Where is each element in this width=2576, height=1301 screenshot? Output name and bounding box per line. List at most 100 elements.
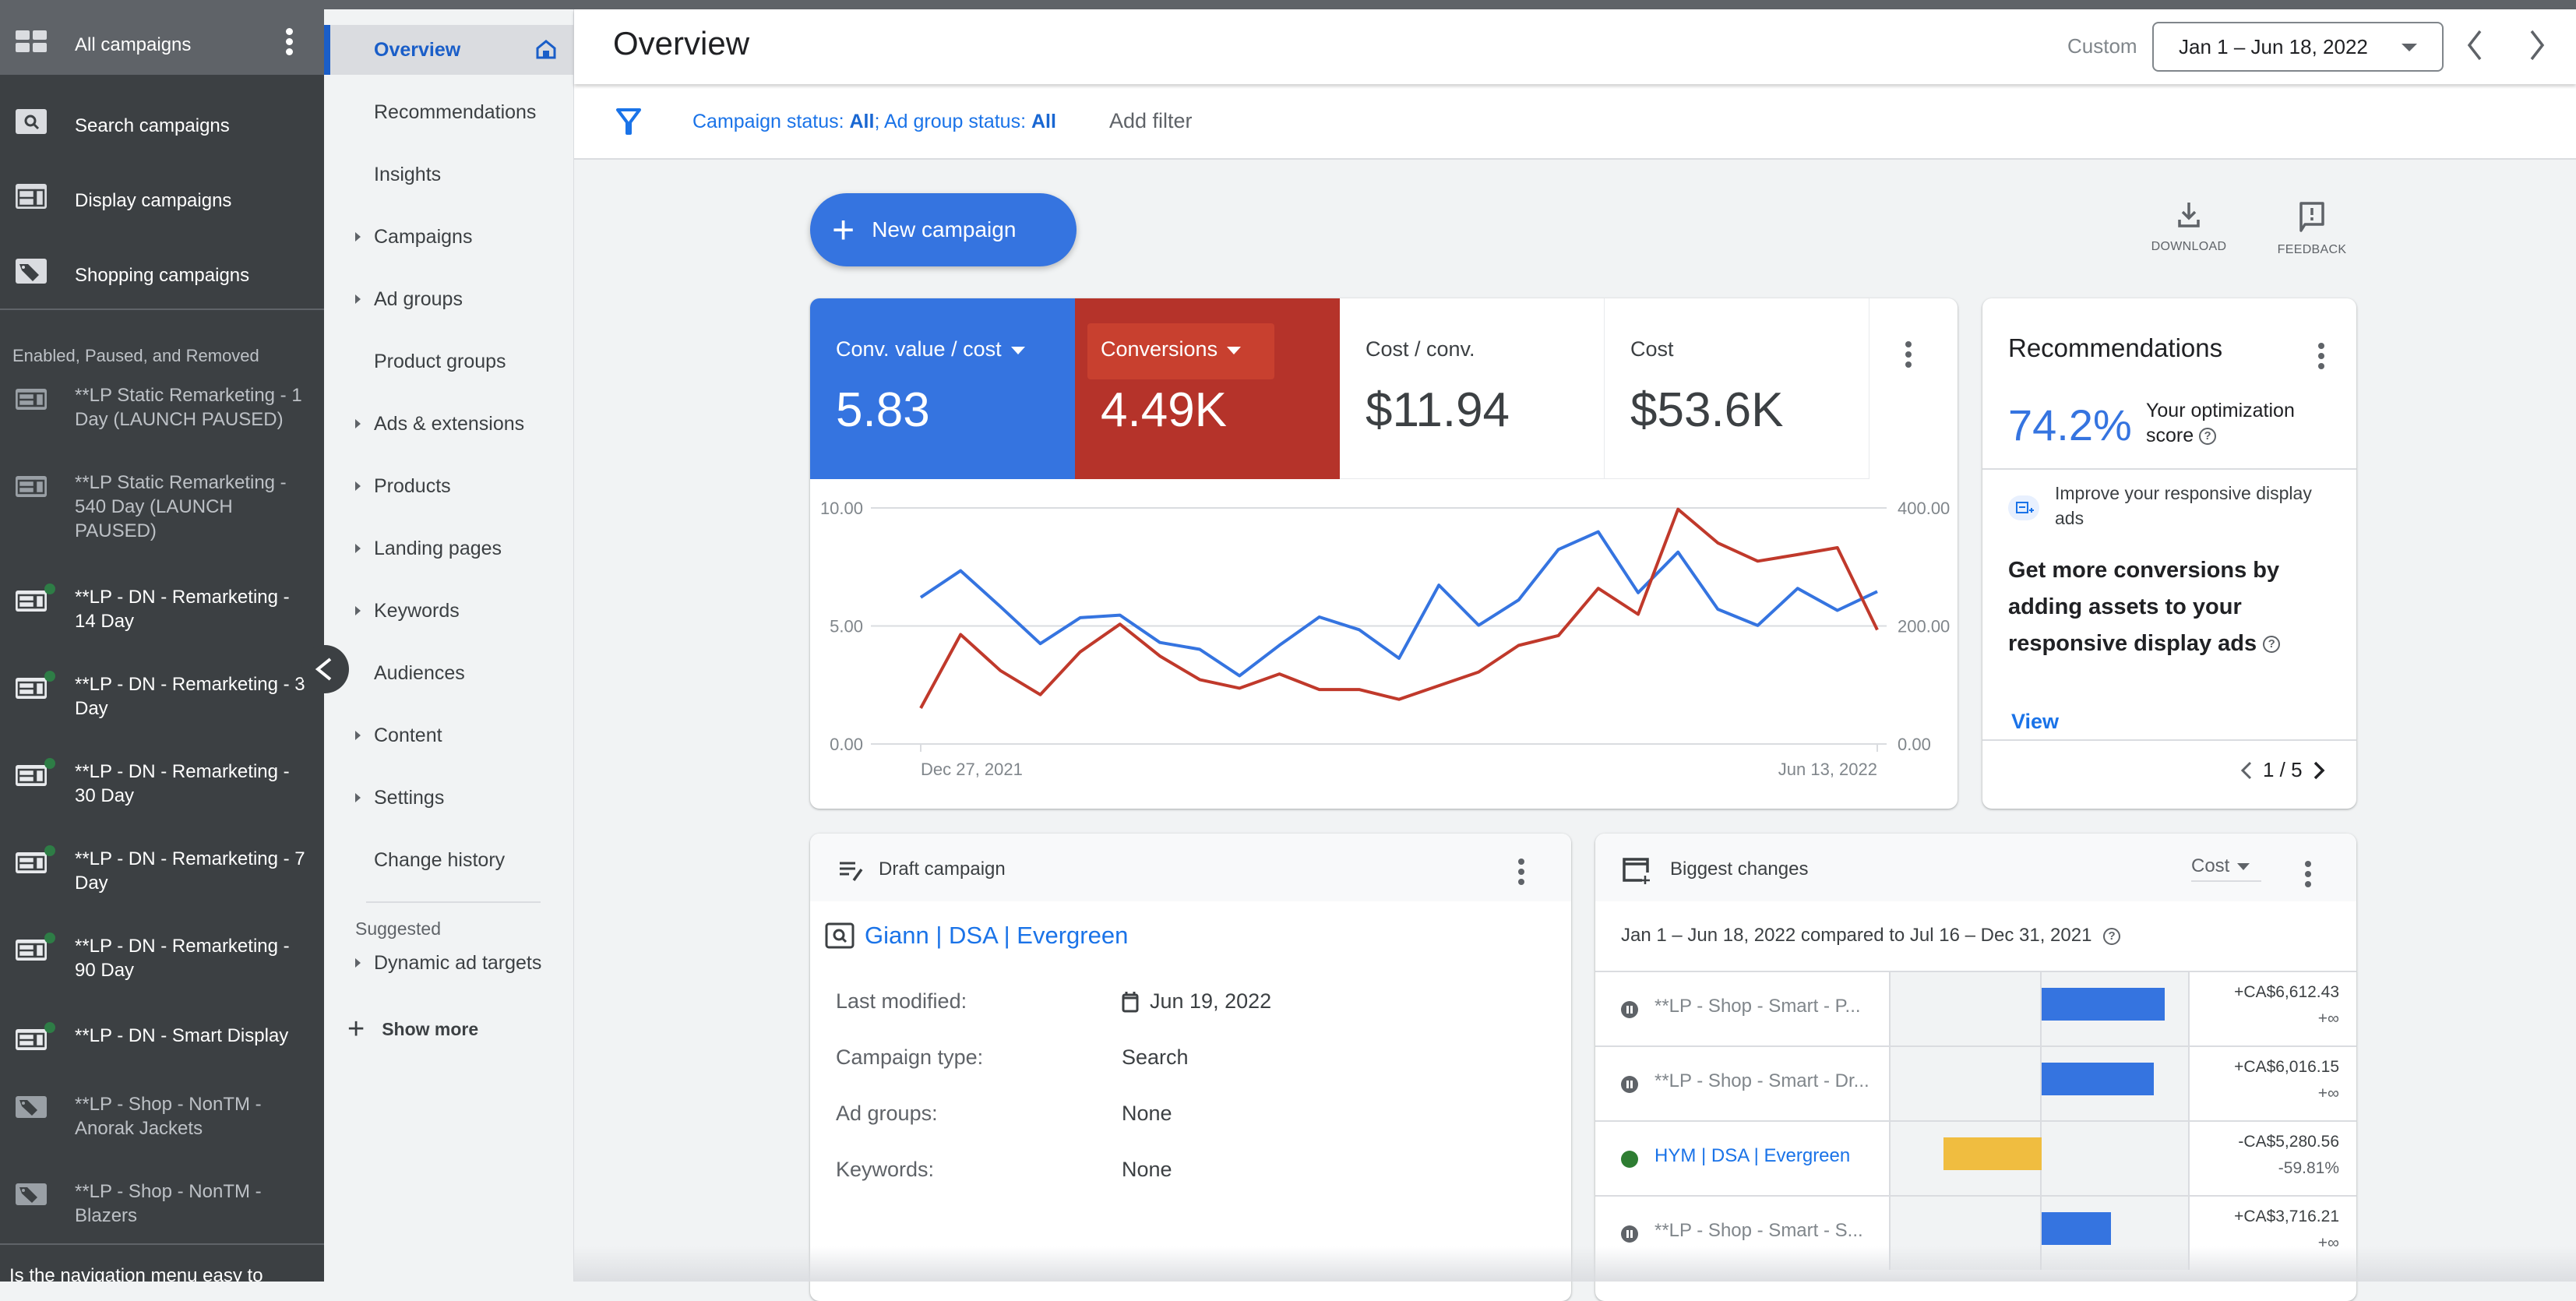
- nav-item-products[interactable]: Products: [324, 461, 573, 511]
- new-campaign-button[interactable]: + New campaign: [810, 193, 1077, 266]
- nav-item-campaigns[interactable]: Campaigns: [324, 212, 573, 262]
- show-more-button[interactable]: + Show more: [347, 1014, 478, 1044]
- caret-right-icon: [355, 606, 361, 615]
- feedback-button[interactable]: FEEDBACK: [2273, 201, 2351, 257]
- change-row[interactable]: **LP - Shop - Smart - Dr...+CA$6,016.15+…: [1595, 1045, 2356, 1120]
- more-options-icon[interactable]: [2304, 861, 2312, 887]
- nav-item-product-groups[interactable]: Product groups: [324, 337, 573, 386]
- sidebar-campaign-item[interactable]: **LP - Shop - NonTM - Blazers: [0, 1178, 324, 1248]
- sidebar-campaign-item[interactable]: **LP - DN - Smart Display: [0, 1022, 324, 1092]
- field-label: Keywords:: [836, 1158, 934, 1182]
- nav-item-audiences[interactable]: Audiences: [324, 648, 573, 698]
- scorecard-label[interactable]: Conv. value / cost: [836, 337, 1025, 361]
- nav-item-insights[interactable]: Insights: [324, 150, 573, 199]
- nav-item-settings[interactable]: Settings: [324, 773, 573, 823]
- change-amount: +CA$3,716.21: [2234, 1208, 2339, 1226]
- sidebar-campaign-label: **LP - DN - Smart Display: [75, 1024, 308, 1048]
- feedback-icon: [2299, 201, 2325, 232]
- help-icon[interactable]: ?: [2263, 636, 2280, 653]
- sidebar-campaign-item[interactable]: **LP - DN - Remarketing - 90 Day: [0, 933, 324, 1003]
- nav-item-change-history[interactable]: Change history: [324, 835, 573, 885]
- change-row[interactable]: **LP - Shop - Smart - S...+CA$3,716.21+∞: [1595, 1195, 2356, 1270]
- sidebar-campaign-label: **LP - DN - Remarketing - 30 Day: [75, 760, 308, 808]
- more-options-icon[interactable]: [285, 28, 293, 56]
- grid-icon: [16, 30, 47, 55]
- show-more-label: Show more: [382, 1019, 478, 1040]
- comparison-range: Jan 1 – Jun 18, 2022 compared to Jul 16 …: [1621, 925, 2120, 947]
- download-button[interactable]: DOWNLOAD: [2150, 201, 2228, 254]
- nav-item-label: Insights: [374, 164, 441, 186]
- shopping-tag-icon: [16, 1183, 47, 1208]
- page-nav: Overview Recommendations Insights Campaigns…: [324, 9, 574, 1282]
- scorecard-cost-per-conv[interactable]: Cost / conv. $11.94: [1340, 298, 1605, 479]
- nav-item-dynamic-ad-targets[interactable]: Dynamic ad targets: [324, 938, 573, 988]
- home-icon: [536, 39, 556, 59]
- nav-item-ads-extensions[interactable]: Ads & extensions: [324, 399, 573, 449]
- enabled-status-icon: [1621, 1151, 1638, 1168]
- sidebar-campaign-item[interactable]: **LP Static Remarketing - 540 Day (LAUNC…: [0, 469, 324, 539]
- change-bar: [2042, 1063, 2154, 1095]
- filter-icon[interactable]: [615, 108, 642, 136]
- change-row[interactable]: **LP - Shop - Smart - P...+CA$6,612.43+∞: [1595, 971, 2356, 1045]
- sidebar-campaign-item[interactable]: **LP - DN - Remarketing - 30 Day: [0, 758, 324, 828]
- change-row[interactable]: HYM | DSA | Evergreen-CA$5,280.56-59.81%: [1595, 1120, 2356, 1195]
- help-icon[interactable]: ?: [2199, 428, 2216, 445]
- sidebar-item-label: Display campaigns: [75, 189, 308, 213]
- sidebar-item-label: All campaigns: [75, 33, 308, 57]
- date-range-picker[interactable]: Jan 1 – Jun 18, 2022: [2152, 22, 2444, 72]
- previous-period-button[interactable]: [2463, 28, 2486, 62]
- campaign-sidebar: All campaigns Search campaigns Display c…: [0, 9, 324, 1282]
- nav-item-label: Ads & extensions: [374, 413, 524, 435]
- metric-select[interactable]: Cost: [2191, 855, 2261, 882]
- divider: [366, 901, 541, 903]
- campaign-name[interactable]: HYM | DSA | Evergreen: [1654, 1145, 1888, 1167]
- campaign-name[interactable]: **LP - Shop - Smart - P...: [1654, 996, 1888, 1017]
- page-title: Overview: [613, 25, 749, 62]
- nav-item-keywords[interactable]: Keywords: [324, 586, 573, 636]
- display-campaign-icon: [16, 184, 47, 209]
- chevron-left-icon[interactable]: [2239, 760, 2254, 781]
- nav-item-overview[interactable]: Overview: [324, 25, 573, 75]
- optimization-score: 74.2%: [2008, 400, 2132, 450]
- collapse-sidebar-button[interactable]: [301, 645, 349, 693]
- nav-item-label: Dynamic ad targets: [374, 952, 541, 975]
- sidebar-item-all-campaigns[interactable]: All campaigns: [0, 9, 324, 75]
- sidebar-campaign-item[interactable]: **LP - Shop - NonTM - Anorak Jackets: [0, 1091, 324, 1161]
- scorecard-cost[interactable]: Cost $53.6K: [1605, 298, 1869, 479]
- display-campaign-icon: [16, 763, 47, 788]
- more-options-icon[interactable]: [1905, 341, 1912, 368]
- scorecard-label[interactable]: Conversions: [1101, 337, 1241, 361]
- sidebar-item-display-campaigns[interactable]: Display campaigns: [0, 150, 324, 224]
- sidebar-item-shopping-campaigns[interactable]: Shopping campaigns: [0, 224, 324, 299]
- nav-item-ad-groups[interactable]: Ad groups: [324, 274, 573, 324]
- more-options-icon[interactable]: [1517, 859, 1525, 885]
- active-filter-chip[interactable]: Campaign status: All; Ad group status: A…: [692, 111, 1056, 133]
- help-icon[interactable]: ?: [2103, 928, 2120, 945]
- sidebar-campaign-item[interactable]: **LP - DN - Remarketing - 14 Day: [0, 584, 324, 654]
- sidebar-campaign-item[interactable]: **LP - DN - Remarketing - 3 Day: [0, 671, 324, 741]
- sidebar-campaign-label: **LP - Shop - NonTM - Anorak Jackets: [75, 1092, 308, 1141]
- scorecard-conv-value-cost[interactable]: Conv. value / cost 5.83: [810, 298, 1075, 479]
- nav-item-landing-pages[interactable]: Landing pages: [324, 524, 573, 573]
- changes-icon: [1622, 857, 1651, 885]
- view-recommendation-link[interactable]: View: [2011, 710, 2059, 734]
- sidebar-item-search-campaigns[interactable]: Search campaigns: [0, 75, 324, 150]
- sidebar-campaign-item[interactable]: **LP Static Remarketing - 1 Day (LAUNCH …: [0, 382, 324, 452]
- filter-label: Campaign status:: [692, 111, 850, 132]
- recommendation-text: Get more conversions by adding assets to…: [2008, 558, 2279, 656]
- draft-campaign-link[interactable]: Giann | DSA | Evergreen: [824, 922, 1128, 950]
- divider: [1982, 468, 2356, 470]
- sidebar-campaign-item[interactable]: **LP - DN - Remarketing - 7 Day: [0, 845, 324, 915]
- next-period-button[interactable]: [2525, 28, 2549, 62]
- more-options-icon[interactable]: [2317, 343, 2325, 369]
- add-filter-button[interactable]: Add filter: [1109, 109, 1193, 133]
- chevron-right-icon[interactable]: [2312, 760, 2326, 781]
- campaign-name[interactable]: **LP - Shop - Smart - S...: [1654, 1220, 1888, 1242]
- feedback-prompt: Is the navigation menu easy to: [9, 1265, 263, 1282]
- caret-right-icon: [355, 793, 361, 802]
- scorecard-conversions[interactable]: Conversions 4.49K: [1075, 298, 1340, 479]
- nav-item-recommendations[interactable]: Recommendations: [324, 87, 573, 137]
- nav-item-content[interactable]: Content: [324, 710, 573, 760]
- campaign-name[interactable]: **LP - Shop - Smart - Dr...: [1654, 1070, 1888, 1092]
- y-left-tick-label: 0.00: [830, 735, 863, 754]
